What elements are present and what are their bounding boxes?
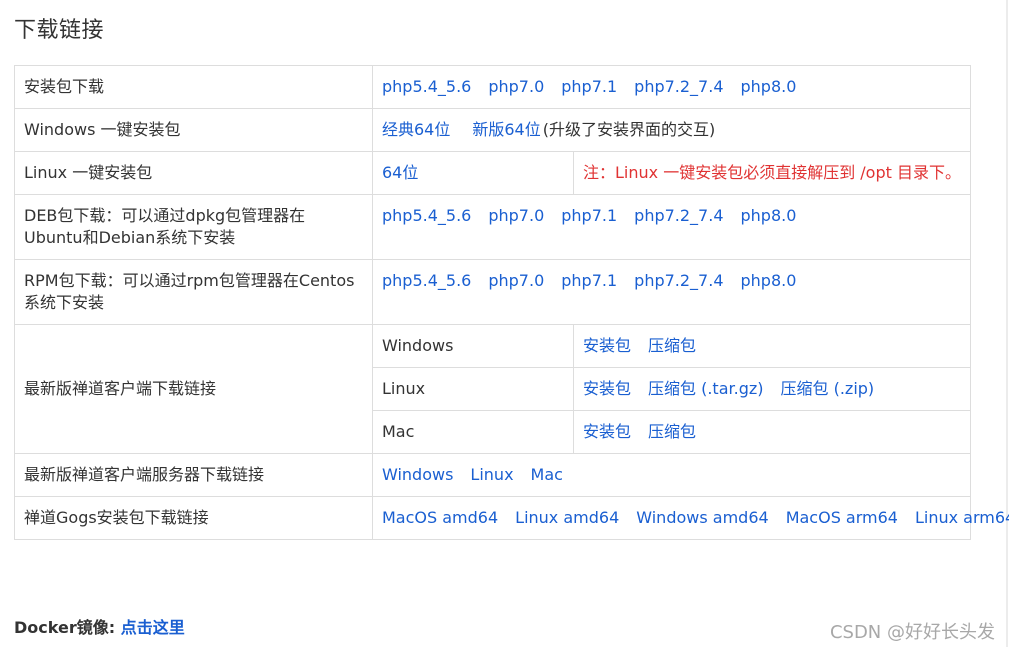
link-gogs-macos-amd64[interactable]: MacOS amd64 <box>382 508 498 527</box>
row-label: RPM包下载：可以通过rpm包管理器在Centos系统下安装 <box>14 259 373 325</box>
row-label: 安装包下载 <box>14 65 373 109</box>
link-rpm-php8.0[interactable]: php8.0 <box>741 271 797 290</box>
link-client-windows-archive[interactable]: 压缩包 <box>648 336 696 355</box>
table-row-windows-oneclick: Windows 一键安装包 经典64位 新版64位 (升级了安装界面的交互) <box>14 108 971 152</box>
page-title: 下载链接 <box>14 18 105 43</box>
link-client-windows-installer[interactable]: 安装包 <box>583 336 631 355</box>
link-php7.1[interactable]: php7.1 <box>561 77 617 96</box>
link-linux-64bit[interactable]: 64位 <box>382 163 418 182</box>
row-links: php5.4_5.6 php7.0 php7.1 php7.2_7.4 php8.0 <box>372 194 971 260</box>
link-php7.0[interactable]: php7.0 <box>488 77 544 96</box>
link-server-linux[interactable]: Linux <box>470 465 513 484</box>
link-gogs-windows-amd64[interactable]: Windows amd64 <box>636 508 768 527</box>
link-deb-php5.4-5.6[interactable]: php5.4_5.6 <box>382 206 471 225</box>
row-links: 经典64位 新版64位 (升级了安装界面的交互) <box>372 108 971 152</box>
link-classic-64bit[interactable]: 经典64位 <box>382 120 450 139</box>
link-client-linux-targz[interactable]: 压缩包 (.tar.gz) <box>648 379 764 398</box>
link-deb-php7.1[interactable]: php7.1 <box>561 206 617 225</box>
docker-label: Docker镜像 <box>14 618 109 637</box>
row-label: 最新版禅道客户端服务器下载链接 <box>14 453 373 497</box>
row-label: 禅道Gogs安装包下载链接 <box>14 496 373 540</box>
linux-oneclick-warning: 注：Linux 一键安装包必须直接解压到 /opt 目录下。 <box>573 151 971 195</box>
docker-footer: Docker镜像: 点击这里 <box>14 618 185 637</box>
table-row-client-windows: 最新版禅道客户端下载链接 Windows 安装包 压缩包 <box>14 324 971 454</box>
platform-label: Mac <box>372 410 574 454</box>
link-php7.2-7.4[interactable]: php7.2_7.4 <box>634 77 723 96</box>
link-gogs-linux-arm64[interactable]: Linux arm64 <box>915 508 1009 527</box>
link-rpm-php5.4-5.6[interactable]: php5.4_5.6 <box>382 271 471 290</box>
row-links: Windows Linux Mac <box>372 453 971 497</box>
link-client-mac-installer[interactable]: 安装包 <box>583 422 631 441</box>
table-row-linux-oneclick: Linux 一键安装包 64位 注：Linux 一键安装包必须直接解压到 /op… <box>14 151 971 195</box>
link-rpm-php7.2-7.4[interactable]: php7.2_7.4 <box>634 271 723 290</box>
row-links: 安装包 压缩包 <box>573 324 971 368</box>
link-client-mac-archive[interactable]: 压缩包 <box>648 422 696 441</box>
csdn-watermark: CSDN @好好长头发 <box>829 622 995 643</box>
link-client-linux-installer[interactable]: 安装包 <box>583 379 631 398</box>
page-right-border <box>1006 0 1008 647</box>
row-links: php5.4_5.6 php7.0 php7.1 php7.2_7.4 php8.0 <box>372 259 971 325</box>
row-links: 安装包 压缩包 <box>573 410 971 454</box>
row-label: 最新版禅道客户端下载链接 <box>14 324 373 454</box>
table-row-deb: DEB包下载：可以通过dpkg包管理器在Ubuntu和Debian系统下安装 p… <box>14 194 971 260</box>
platform-label: Linux <box>372 367 574 411</box>
table-row-gogs: 禅道Gogs安装包下载链接 MacOS amd64 Linux amd64 Wind… <box>14 496 1009 540</box>
row-links: php5.4_5.6 php7.0 php7.1 php7.2_7.4 php8.0 <box>372 65 971 109</box>
row-links: 64位 <box>372 151 574 195</box>
link-deb-php7.0[interactable]: php7.0 <box>488 206 544 225</box>
link-server-mac[interactable]: Mac <box>531 465 563 484</box>
link-new-64bit[interactable]: 新版64位 <box>472 120 540 139</box>
link-php5.4-5.6[interactable]: php5.4_5.6 <box>382 77 471 96</box>
link-rpm-php7.1[interactable]: php7.1 <box>561 271 617 290</box>
link-gogs-linux-amd64[interactable]: Linux amd64 <box>515 508 619 527</box>
docker-link[interactable]: 点击这里 <box>121 618 185 637</box>
table-row-client-server: 最新版禅道客户端服务器下载链接 Windows Linux Mac <box>14 453 971 497</box>
table-row-rpm: RPM包下载：可以通过rpm包管理器在Centos系统下安装 php5.4_5.… <box>14 259 971 325</box>
row-label: Linux 一键安装包 <box>14 151 373 195</box>
link-deb-php7.2-7.4[interactable]: php7.2_7.4 <box>634 206 723 225</box>
download-table: 安装包下载 php5.4_5.6 php7.0 php7.1 php7.2_7.4 ph… <box>14 65 1009 540</box>
link-deb-php8.0[interactable]: php8.0 <box>741 206 797 225</box>
platform-label: Windows <box>372 324 574 368</box>
row-links: MacOS amd64 Linux amd64 Windows amd64 MacOS… <box>372 496 1009 540</box>
windows-oneclick-note: (升级了安装界面的交互) <box>542 120 716 139</box>
link-gogs-macos-arm64[interactable]: MacOS arm64 <box>786 508 898 527</box>
link-php8.0[interactable]: php8.0 <box>741 77 797 96</box>
row-links: 安装包 压缩包 (.tar.gz) 压缩包 (.zip) <box>573 367 971 411</box>
row-label: DEB包下载：可以通过dpkg包管理器在Ubuntu和Debian系统下安装 <box>14 194 373 260</box>
row-label: Windows 一键安装包 <box>14 108 373 152</box>
table-row-installer: 安装包下载 php5.4_5.6 php7.0 php7.1 php7.2_7.4 ph… <box>14 65 971 109</box>
link-rpm-php7.0[interactable]: php7.0 <box>488 271 544 290</box>
link-server-windows[interactable]: Windows <box>382 465 453 484</box>
link-client-linux-zip[interactable]: 压缩包 (.zip) <box>781 379 875 398</box>
